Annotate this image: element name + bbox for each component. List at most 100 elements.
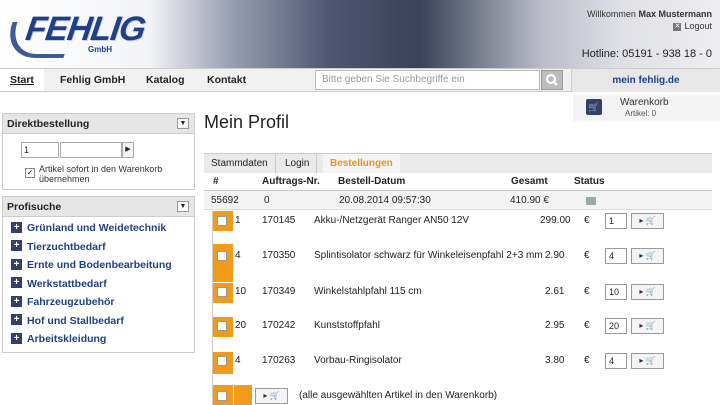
item-qty: 20 [235, 320, 247, 331]
item-qty-input[interactable]: 10 [605, 284, 627, 300]
category-item[interactable]: + Fahrzeugzubehör [3, 293, 194, 312]
arrow-right-icon[interactable]: ▶ [122, 142, 134, 158]
item-price: 299.00 [540, 215, 571, 226]
add-all-label: (alle ausgewählten Artikel in den Warenk… [299, 390, 498, 401]
col-gesamt: Gesamt [511, 176, 548, 187]
cart-count: Artikel: 0 [625, 109, 657, 118]
article-number-input[interactable] [60, 142, 122, 158]
search-input[interactable]: Bitte geben Sie Suchbegriffe ein [315, 70, 540, 90]
sofort-checkbox-label: Artikel sofort in den Warenkorb übernehm… [39, 164, 163, 184]
item-price: 2.61 [545, 286, 565, 297]
item-nr: 170242 [262, 320, 296, 331]
hotline: Hotline: 05191 - 938 18 - 0 [581, 48, 712, 60]
col-status: Status [574, 176, 605, 187]
panel-header: Direktbestellung ▼ [3, 114, 194, 134]
add-to-cart-button[interactable]: ▸ 🛒 [631, 284, 664, 300]
account-link[interactable]: mein fehlig.de [571, 69, 720, 92]
status-icon[interactable] [586, 197, 596, 205]
logout-link[interactable]: ✕ Logout [673, 21, 712, 31]
item-currency: € [584, 286, 590, 297]
item-qty: 4 [235, 250, 241, 261]
item-nr: 170145 [262, 215, 296, 226]
order-row[interactable]: 55692 0 20.08.2014 09:57:30 410.90 € [204, 191, 712, 210]
order-id: 55692 [211, 195, 239, 206]
category-item[interactable]: + Werkstattbedarf [3, 275, 194, 294]
item-name: Vorbau-Ringisolator [314, 355, 402, 366]
plus-icon: + [11, 240, 22, 252]
cart-icon: ▸ 🛒 [639, 216, 656, 225]
tab-bestellungen[interactable]: Bestellungen [323, 154, 400, 173]
item-qty-input[interactable]: 1 [605, 213, 627, 229]
profisuche-panel: Profisuche ▼ + Grünland und Weidetechnik +… [2, 196, 195, 353]
nav-start[interactable]: Start [0, 69, 44, 91]
cart-icon: ▸ 🛒 [639, 356, 656, 365]
category-label: Ernte und Bodenbearbeitung [27, 259, 172, 271]
category-item[interactable]: + Hof und Stallbedarf [3, 312, 194, 331]
logo-text: FEHLIG [23, 10, 148, 48]
item-qty: 4 [235, 355, 241, 366]
category-label: Werkstattbedarf [27, 277, 107, 290]
item-price: 2.95 [545, 320, 565, 331]
category-item[interactable]: + Tierzuchtbedarf [3, 238, 194, 257]
panel-title: Profisuche [7, 201, 62, 213]
item-checkbox[interactable] [217, 251, 227, 261]
quantity-input[interactable]: 1 [21, 142, 59, 158]
tab-stammdaten[interactable]: Stammdaten [204, 154, 276, 173]
plus-icon: + [11, 332, 22, 344]
category-label: Fahrzeugzubehör [27, 296, 115, 308]
panel-header: Profisuche ▼ [3, 197, 194, 217]
category-label: Grünland und Weidetechnik [27, 222, 167, 234]
welcome-text: Willkommen Max Mustermann [587, 8, 712, 21]
nav-fehlig-gmbh[interactable]: Fehlig GmbH [50, 69, 135, 91]
item-checkbox[interactable] [217, 321, 227, 331]
plus-icon: + [11, 277, 22, 289]
direktbestellung-panel: Direktbestellung ▼ 1 ▶ ✓ Artikel sofort i… [2, 113, 195, 190]
item-checkbox[interactable] [217, 287, 227, 297]
chevron-down-icon[interactable]: ▼ [177, 118, 189, 129]
category-item[interactable]: + Grünland und Weidetechnik [3, 219, 194, 238]
item-qty-input[interactable]: 20 [605, 318, 627, 334]
item-checkbox[interactable] [217, 356, 227, 366]
search-icon [546, 74, 558, 86]
cart-icon: ▸ 🛒 [639, 251, 656, 260]
item-nr: 170350 [262, 250, 296, 261]
category-item[interactable]: + Ernte und Bodenbearbeitung [3, 256, 194, 275]
category-item[interactable]: + Arbeitskleidung [3, 330, 194, 349]
item-currency: € [584, 320, 590, 331]
item-qty: 10 [235, 286, 247, 297]
header: FEHLIG GmbH Willkommen Max Mustermann ✕ L… [0, 0, 720, 68]
select-all-checkbox[interactable] [217, 391, 227, 401]
cart-box[interactable]: 🛒 Warenkorb Artikel: 0 [573, 95, 720, 121]
item-name: Kunststoffpfahl [314, 320, 380, 331]
item-qty-input[interactable]: 4 [605, 353, 627, 369]
add-all-to-cart-button[interactable]: ▸ 🛒 [255, 388, 288, 404]
item-checkbox[interactable] [217, 216, 227, 226]
panel-title: Direktbestellung [7, 118, 90, 130]
plus-icon: + [11, 221, 22, 233]
add-to-cart-button[interactable]: ▸ 🛒 [631, 248, 664, 264]
add-to-cart-button[interactable]: ▸ 🛒 [631, 318, 664, 334]
tab-login[interactable]: Login [278, 154, 318, 173]
order-auftrag: 0 [264, 195, 270, 206]
nav-katalog[interactable]: Katalog [136, 69, 195, 91]
plus-icon: + [11, 258, 22, 270]
logo-suffix: GmbH [88, 45, 112, 54]
cart-icon: ▸ 🛒 [263, 391, 280, 400]
user-name: Max Mustermann [638, 9, 712, 19]
welcome-label: Willkommen [586, 9, 636, 19]
cart-icon: ▸ 🛒 [639, 287, 656, 296]
item-qty-input[interactable]: 4 [605, 248, 627, 264]
nav-kontakt[interactable]: Kontakt [197, 69, 256, 91]
add-to-cart-button[interactable]: ▸ 🛒 [631, 213, 664, 229]
order-total: 410.90 € [510, 195, 549, 206]
item-currency: € [584, 215, 590, 226]
item-price: 2.90 [545, 250, 565, 261]
chevron-down-icon[interactable]: ▼ [177, 201, 189, 212]
logo[interactable]: FEHLIG GmbH [0, 4, 154, 64]
sofort-checkbox[interactable]: ✓ [25, 168, 35, 178]
search-button[interactable] [541, 70, 563, 90]
item-name: Splintisolator schwarz für Winkeleisenpf… [314, 250, 543, 261]
page-title: Mein Profil [204, 112, 290, 132]
profile-tabs: Stammdaten Login Bestellungen [204, 153, 712, 173]
add-to-cart-button[interactable]: ▸ 🛒 [631, 353, 664, 369]
